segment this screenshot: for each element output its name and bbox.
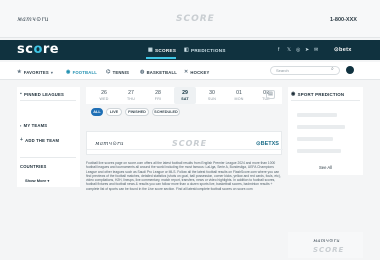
search-icon[interactable]: ⌕ [331, 66, 334, 72]
ad-score-logo: SCORE [313, 246, 345, 254]
tennis-icon: ⌬ [106, 69, 111, 75]
prediction-placeholder [297, 125, 345, 129]
sport-prediction-heading: ◉ SPORT PREDICTION [291, 91, 345, 97]
date-item[interactable]: 30 SUN [201, 87, 223, 104]
divider [20, 100, 76, 101]
my-teams-heading: ▪ MY TEAMS [20, 123, 48, 128]
header-partner-brand[interactable]: ⊙betx [334, 47, 352, 53]
sport-tab-hockey[interactable]: ✕ HOCKEY [184, 69, 210, 75]
prediction-placeholder [297, 137, 333, 141]
see-all-link[interactable]: See All [288, 165, 363, 170]
date-item[interactable]: 26 WED [93, 87, 115, 104]
ad-brand: матч⊙ru [313, 238, 340, 244]
ad-brand: матч⊙ru [17, 16, 49, 23]
date-item[interactable]: 28 FRI [147, 87, 169, 104]
sport-tab-football[interactable]: ◉ FOOTBALL [66, 69, 97, 75]
filter-all[interactable]: ALL [91, 108, 103, 116]
facebook-icon[interactable]: f [278, 47, 279, 53]
user-avatar[interactable] [346, 66, 354, 74]
countries-heading: COUNTRIES [20, 164, 47, 169]
pinned-leagues-heading: ▪ PINNED LEAGUES [20, 91, 65, 97]
instagram-icon[interactable]: ◎ [296, 47, 300, 53]
chevron-down-icon: ▾ [50, 69, 54, 75]
telegram-icon[interactable]: ➤ [305, 47, 309, 53]
nav-predictions[interactable]: ◧ PREDICTIONS [184, 47, 226, 53]
search-input[interactable]: Search [270, 66, 340, 75]
show-more-link[interactable]: Show More ▾ [25, 178, 49, 183]
add-team-button[interactable]: + ADD THE TEAM [20, 137, 59, 143]
divider [291, 100, 360, 101]
ad-divider [87, 149, 283, 150]
hockey-icon: ✕ [184, 69, 189, 75]
date-item[interactable]: 27 THU [120, 87, 142, 104]
favorites-link[interactable]: ★ FAVORITES ▾ [17, 69, 53, 75]
prediction-icon: ◉ [291, 91, 296, 97]
filter-live[interactable]: LIVE [106, 108, 122, 116]
email-icon[interactable]: ✉ [314, 47, 318, 53]
prediction-placeholder [297, 149, 341, 153]
ad-brand: матч⊙ru [95, 141, 124, 147]
date-item[interactable]: 01 MON [228, 87, 250, 104]
active-nav-underline [146, 57, 176, 59]
pin-icon: ▪ [20, 91, 22, 97]
filter-finished[interactable]: FINISHED [125, 108, 149, 116]
date-item-selected[interactable]: 29 SAT [174, 87, 196, 104]
ad-partner: ⊙BETXS [256, 141, 279, 147]
basketball-icon: ◍ [140, 69, 145, 75]
sport-tab-tennis[interactable]: ⌬ TENNIS [106, 69, 129, 75]
filter-scheduled[interactable]: SCHEDULED [152, 108, 180, 116]
star-icon: ★ [17, 69, 22, 75]
shirt-icon: ▪ [20, 123, 22, 128]
sport-tab-basketball[interactable]: ◍ BASKETBALL [140, 69, 177, 75]
x-icon[interactable]: 𝕏 [287, 47, 291, 53]
date-list: 26 WED 27 THU 28 FRI 29 SAT 30 SUN 01 MON 02 TU… [93, 87, 277, 104]
nav-scores[interactable]: ▦ SCORES [148, 47, 176, 53]
predictions-icon: ◧ [184, 47, 190, 53]
divider [20, 157, 76, 158]
ad-score-logo: SCORE [176, 14, 215, 24]
seo-description: Football live scores page on score.com o… [86, 161, 281, 191]
prediction-placeholder [297, 113, 337, 117]
ad-score-logo: SCORE [172, 139, 208, 148]
ad-phone: 1-800-XXX [330, 17, 357, 23]
site-logo[interactable]: score [17, 42, 59, 57]
chevron-down-icon: ▾ [47, 179, 50, 183]
football-icon: ◉ [66, 69, 71, 75]
plus-icon: + [20, 137, 24, 143]
right-ad-banner[interactable] [288, 232, 363, 258]
scores-icon: ▦ [148, 47, 154, 53]
calendar-icon[interactable]: ▤ [266, 90, 275, 99]
